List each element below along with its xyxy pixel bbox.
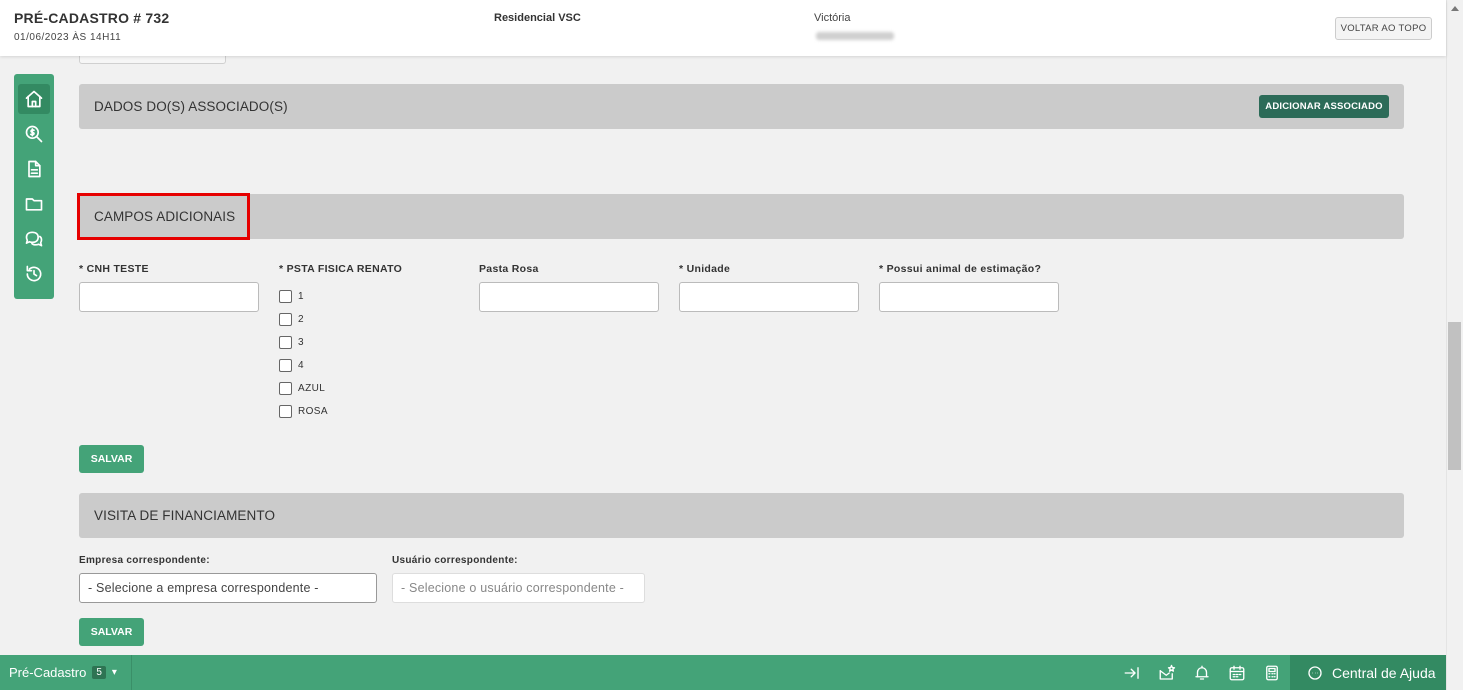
checkbox-label: 4: [298, 360, 304, 371]
home-icon: [25, 90, 43, 108]
checkbox[interactable]: [279, 336, 292, 349]
checkbox[interactable]: [279, 313, 292, 326]
empreendimento-name: Residencial VSC: [494, 12, 581, 24]
visita-section-header: VISITA DE FINANCIAMENTO: [79, 493, 1404, 538]
psta-label: * PSTA FISICA RENATO: [279, 263, 403, 275]
chat-icon: [25, 231, 43, 247]
help-center-label: Central de Ajuda: [1332, 664, 1436, 681]
help-center-button[interactable]: Central de Ajuda: [1290, 655, 1446, 690]
bell-icon[interactable]: [1192, 663, 1212, 683]
checkbox-option-2[interactable]: 2: [279, 313, 304, 326]
mail-star-icon[interactable]: [1157, 663, 1177, 683]
visita-section-title: VISITA DE FINANCIAMENTO: [94, 508, 276, 523]
page-title: PRÉ-CADASTRO # 732: [14, 10, 170, 26]
calendar-icon[interactable]: [1227, 663, 1247, 683]
campos-adicionais-section-title: CAMPOS ADICIONAIS: [94, 209, 236, 224]
document-icon: [28, 160, 41, 178]
animal-input[interactable]: [879, 282, 1059, 312]
footer-tab-label: Pré-Cadastro: [9, 665, 87, 680]
empresa-select[interactable]: - Selecione a empresa correspondente -: [79, 573, 377, 603]
back-to-top-button[interactable]: VOLTAR AO TOPO: [1335, 17, 1432, 40]
associados-section-title: DADOS DO(S) ASSOCIADO(S): [94, 99, 288, 114]
checkbox[interactable]: [279, 359, 292, 372]
footer-tab-count: 5: [92, 666, 106, 679]
checkbox-label: 1: [298, 291, 304, 302]
usuario-label: Usuário correspondente:: [392, 555, 518, 566]
chevron-down-icon: ▾: [111, 667, 117, 678]
previous-section-stub: [79, 56, 226, 64]
checkbox-option-1[interactable]: 1: [279, 290, 304, 303]
page-date: 01/06/2023 ÀS 14H11: [14, 32, 122, 43]
user-name: Victória: [814, 12, 851, 24]
animal-label: * Possui animal de estimação?: [879, 263, 1042, 275]
page-header: PRÉ-CADASTRO # 732 01/06/2023 ÀS 14H11 R…: [0, 0, 1446, 56]
cnh-input[interactable]: [79, 282, 259, 312]
checkbox-label: AZUL: [298, 383, 326, 394]
checkbox-option-rosa[interactable]: ROSA: [279, 405, 328, 418]
save-campos-button[interactable]: SALVAR: [79, 445, 144, 473]
checkbox[interactable]: [279, 290, 292, 303]
checkbox-option-azul[interactable]: AZUL: [279, 382, 325, 395]
nav-pastas[interactable]: [18, 189, 50, 219]
history-icon: [26, 265, 42, 282]
nav-historico[interactable]: [18, 259, 50, 289]
search-dollar-icon: [25, 125, 43, 143]
unidade-label: * Unidade: [679, 263, 731, 275]
save-visita-button[interactable]: SALVAR: [79, 618, 144, 646]
checkbox[interactable]: [279, 405, 292, 418]
pasta-rosa-input[interactable]: [479, 282, 659, 312]
footer-tab-pre-cadastro[interactable]: Pré-Cadastro 5 ▾: [0, 655, 132, 690]
checkbox-option-4[interactable]: 4: [279, 359, 304, 372]
scroll-up-arrow-icon[interactable]: [1451, 6, 1459, 11]
folder-icon: [25, 198, 43, 211]
checkbox-label: 3: [298, 337, 304, 348]
checkbox[interactable]: [279, 382, 292, 395]
collapse-right-icon[interactable]: [1122, 663, 1142, 683]
footer-bar: Pré-Cadastro 5 ▾ Central de Ajuda: [0, 655, 1446, 690]
checkbox-label: 2: [298, 314, 304, 325]
side-navigation: [14, 74, 54, 299]
nav-financeiro[interactable]: [18, 119, 50, 149]
unidade-input[interactable]: [679, 282, 859, 312]
empresa-label: Empresa correspondente:: [79, 555, 210, 566]
nav-documentos[interactable]: [18, 154, 50, 184]
associados-section-header: DADOS DO(S) ASSOCIADO(S) ADICIONAR ASSOC…: [79, 84, 1404, 129]
campos-adicionais-section-header: CAMPOS ADICIONAIS: [79, 194, 1404, 239]
checkbox-option-3[interactable]: 3: [279, 336, 304, 349]
checkbox-label: ROSA: [298, 406, 328, 417]
nav-mensagens[interactable]: [18, 224, 50, 254]
cnh-label: * CNH TESTE: [79, 263, 149, 275]
blurred-user-info: [816, 32, 894, 40]
usuario-select[interactable]: - Selecione o usuário correspondente -: [392, 573, 645, 603]
calculator-icon[interactable]: [1262, 663, 1282, 683]
chat-bubble-icon: [1308, 665, 1322, 680]
scrollbar-thumb[interactable]: [1448, 322, 1461, 470]
nav-home[interactable]: [18, 84, 50, 114]
add-associado-button[interactable]: ADICIONAR ASSOCIADO: [1259, 95, 1389, 118]
pasta-rosa-label: Pasta Rosa: [479, 263, 539, 275]
